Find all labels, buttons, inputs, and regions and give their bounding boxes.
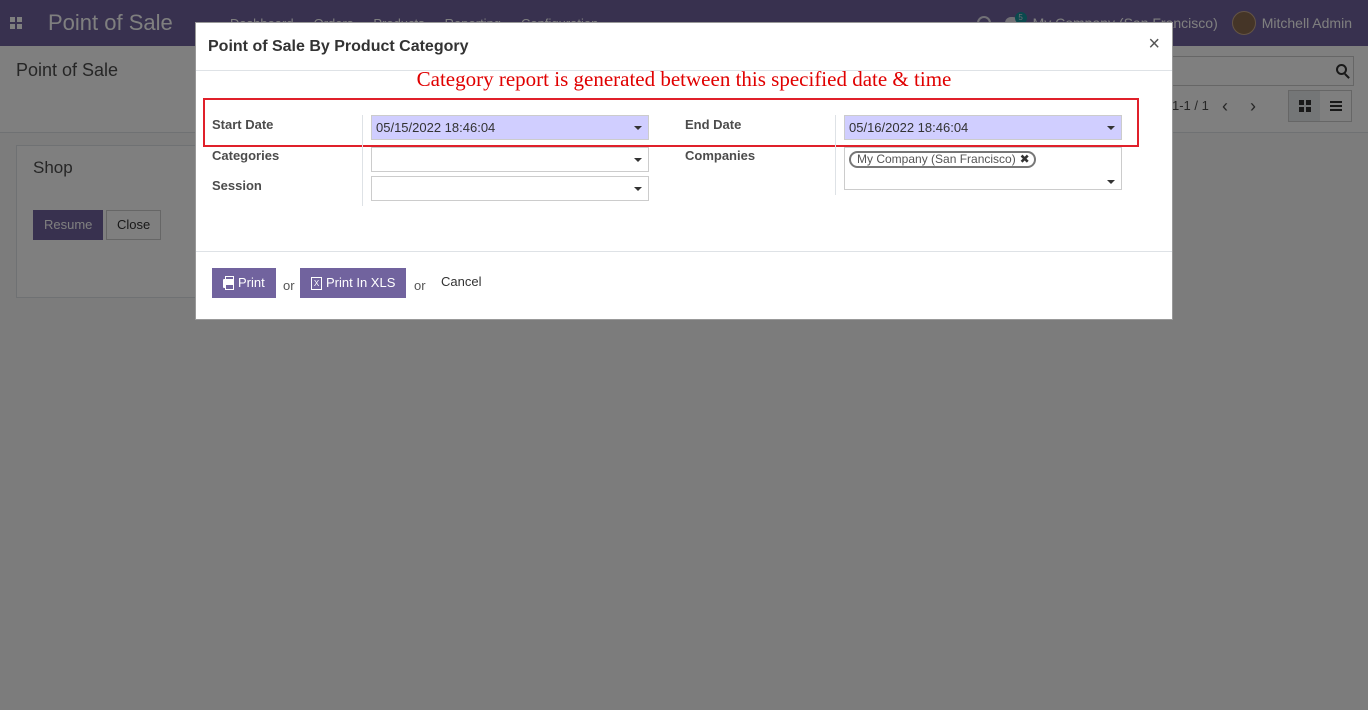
end-date-label: End Date <box>685 117 742 132</box>
start-date-field[interactable]: 05/15/2022 18:46:04 <box>371 115 649 140</box>
company-tag: My Company (San Francisco) ✖ <box>849 151 1036 168</box>
column-divider <box>835 115 836 195</box>
tag-remove-icon[interactable]: ✖ <box>1020 153 1030 166</box>
chevron-down-icon[interactable] <box>634 187 642 191</box>
chevron-down-icon[interactable] <box>634 126 642 130</box>
or-text: or <box>414 278 426 293</box>
print-xls-label: Print In XLS <box>326 275 396 290</box>
print-button[interactable]: Print <box>212 268 276 298</box>
printer-icon <box>223 275 234 290</box>
start-date-value: 05/15/2022 18:46:04 <box>376 120 496 135</box>
chevron-down-icon[interactable] <box>1107 126 1115 130</box>
categories-label: Categories <box>212 148 280 163</box>
annotation-text: Category report is generated between thi… <box>416 67 952 91</box>
close-icon[interactable]: × <box>1148 33 1160 56</box>
modal-footer: Print or X Print In XLS or Cancel <box>196 251 1172 319</box>
modal-title: Point of Sale By Product Category <box>208 38 469 55</box>
excel-file-icon: X <box>311 276 322 290</box>
company-tag-label: My Company (San Francisco) <box>857 152 1016 166</box>
session-field[interactable] <box>371 176 649 201</box>
session-label: Session <box>212 178 262 193</box>
chevron-down-icon[interactable] <box>1107 180 1115 184</box>
companies-field[interactable]: My Company (San Francisco) ✖ <box>844 147 1122 190</box>
modal-header: Point of Sale By Product Category × <box>196 23 1172 71</box>
print-xls-button[interactable]: X Print In XLS <box>300 268 407 298</box>
end-date-value: 05/16/2022 18:46:04 <box>849 120 969 135</box>
cancel-button[interactable]: Cancel <box>441 268 481 298</box>
chevron-down-icon[interactable] <box>634 158 642 162</box>
print-label: Print <box>238 275 265 290</box>
report-dialog: Point of Sale By Product Category × Cate… <box>195 22 1173 320</box>
start-date-label: Start Date <box>212 117 274 132</box>
companies-label: Companies <box>685 148 756 163</box>
end-date-field[interactable]: 05/16/2022 18:46:04 <box>844 115 1122 140</box>
column-divider <box>362 115 363 206</box>
or-text: or <box>283 278 295 293</box>
categories-field[interactable] <box>371 147 649 172</box>
